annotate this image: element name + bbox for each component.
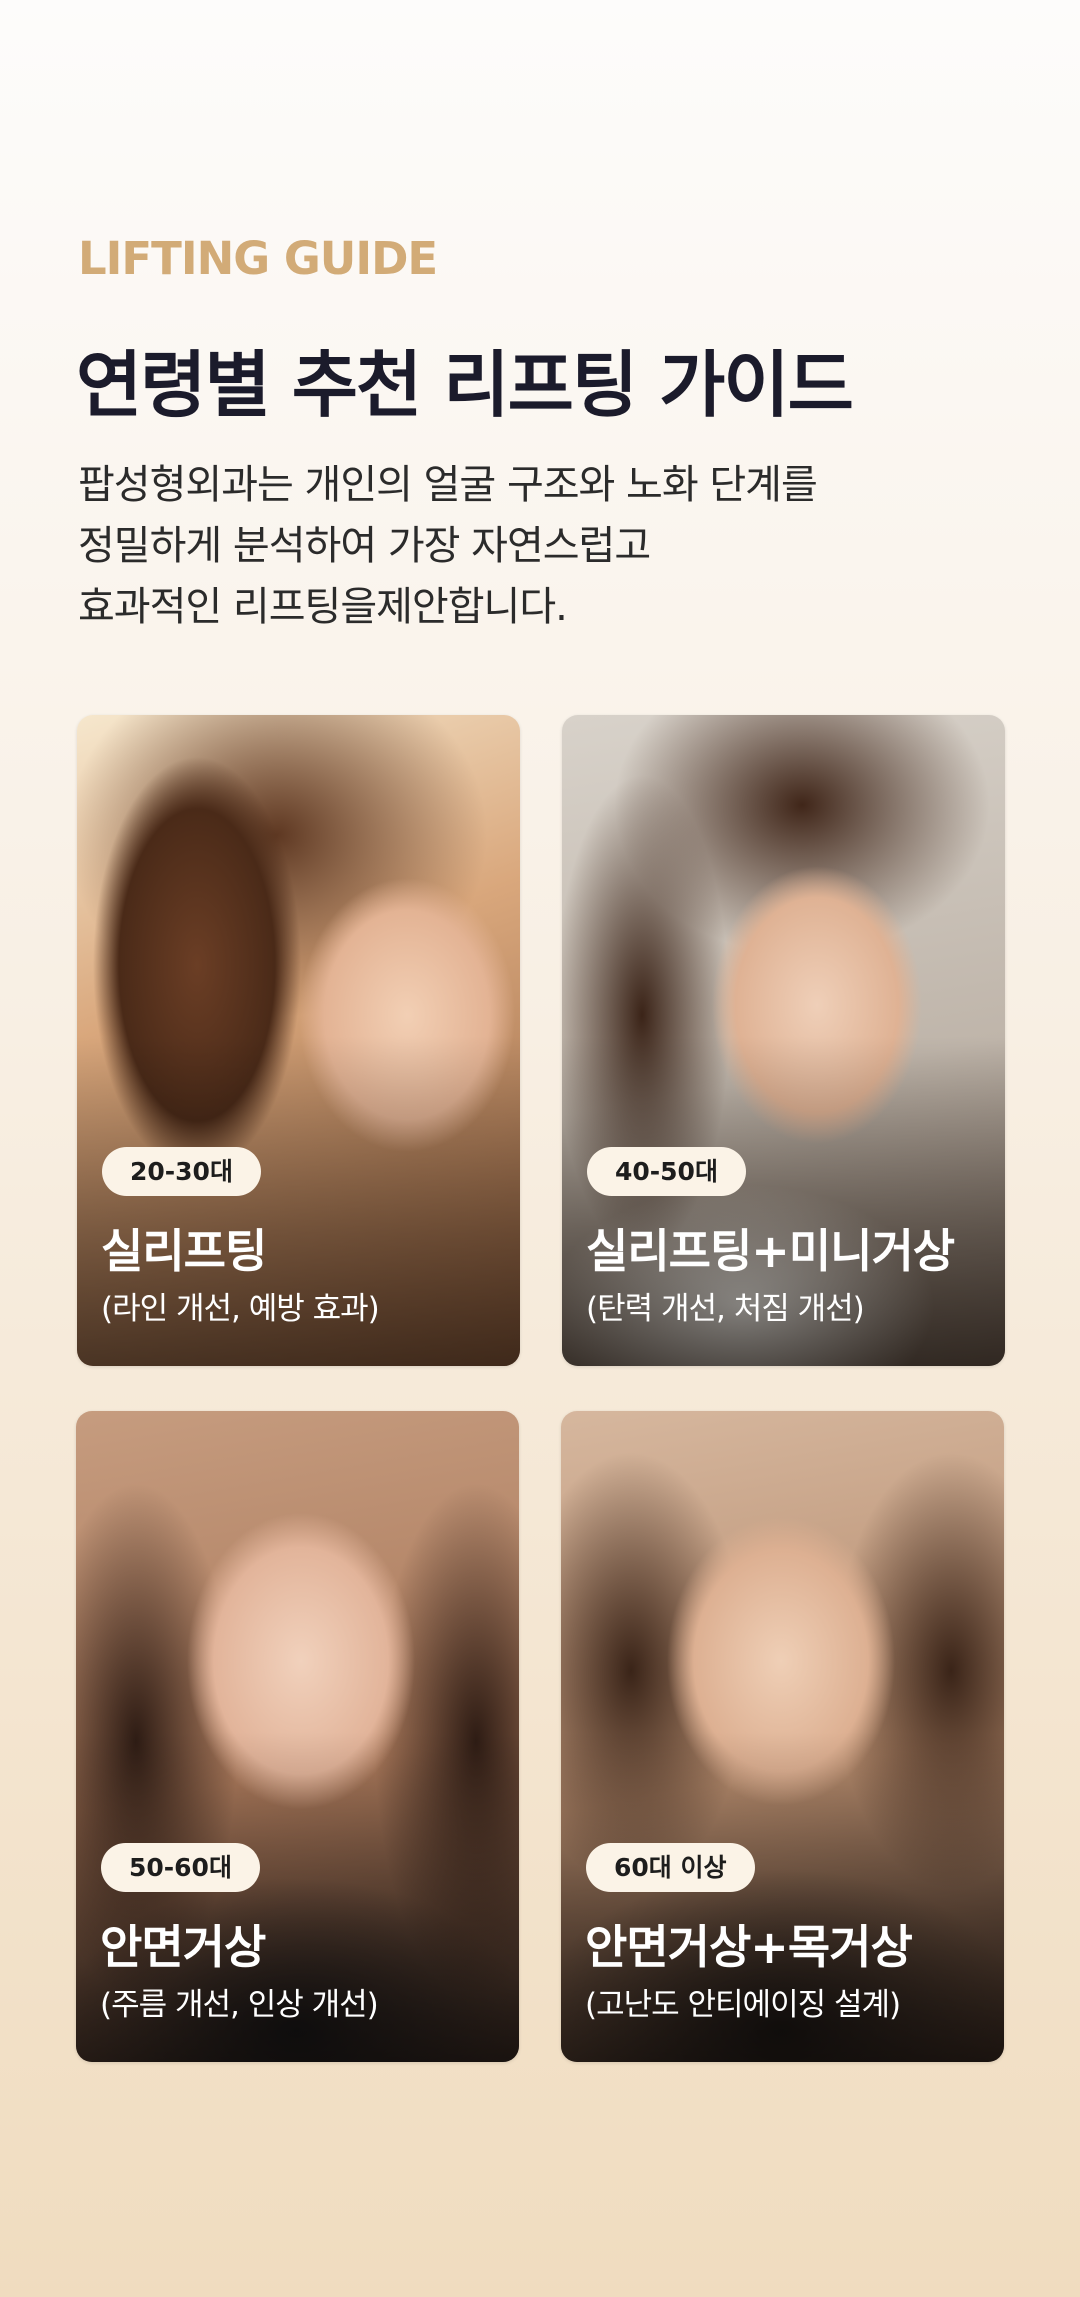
procedure-detail: (주름 개선, 인상 개선) <box>100 1987 379 2023</box>
procedure-detail: (고난도 안티에이징 설계) <box>585 1987 901 2023</box>
description-line: 정밀하게 분석하여 가장 자연스럽고 <box>78 523 651 569</box>
age-badge: 20-30대 <box>102 1147 261 1196</box>
procedure-detail: (탄력 개선, 처짐 개선) <box>586 1291 865 1327</box>
procedure-name: 안면거상 <box>100 1920 266 1974</box>
age-badge: 40-50대 <box>587 1147 746 1196</box>
procedure-name: 안면거상+목거상 <box>585 1920 913 1974</box>
card-40-50s[interactable]: 40-50대 실리프팅+미니거상 (탄력 개선, 처짐 개선) <box>562 715 1005 1366</box>
procedure-name: 실리프팅 <box>101 1224 267 1278</box>
description-line: 효과적인 리프팅을제안합니다. <box>78 584 568 630</box>
description-line: 팝성형외과는 개인의 얼굴 구조와 노화 단계를 <box>78 462 818 508</box>
section-description: 팝성형외과는 개인의 얼굴 구조와 노화 단계를 정밀하게 분석하여 가장 자연… <box>78 455 978 638</box>
section-eyebrow: LIFTING GUIDE <box>78 232 438 285</box>
procedure-detail: (라인 개선, 예방 효과) <box>101 1291 380 1327</box>
procedure-name: 실리프팅+미니거상 <box>586 1224 955 1278</box>
page-title: 연령별 추천 리프팅 가이드 <box>76 343 854 427</box>
age-badge: 50-60대 <box>101 1843 260 1892</box>
card-20-30s[interactable]: 20-30대 실리프팅 (라인 개선, 예방 효과) <box>77 715 520 1366</box>
card-60s-plus[interactable]: 60대 이상 안면거상+목거상 (고난도 안티에이징 설계) <box>561 1411 1004 2062</box>
age-badge: 60대 이상 <box>586 1843 755 1892</box>
lifting-guide-section: LIFTING GUIDE 연령별 추천 리프팅 가이드 팝성형외과는 개인의 … <box>0 0 1080 2297</box>
card-50-60s[interactable]: 50-60대 안면거상 (주름 개선, 인상 개선) <box>76 1411 519 2062</box>
